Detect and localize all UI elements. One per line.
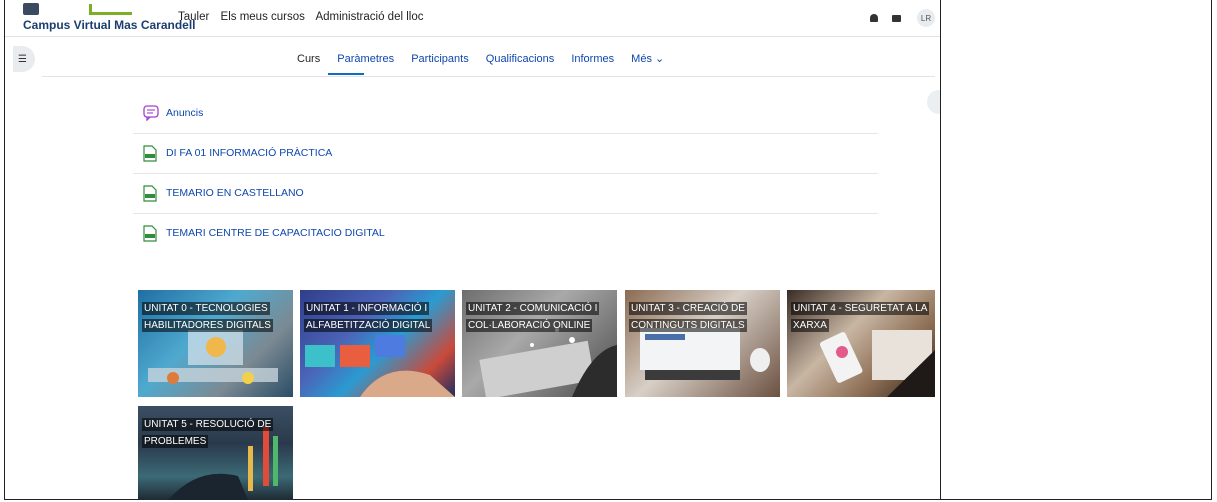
unit-tile[interactable]: UNITAT 3 - CREACIÓ DE CONTINGUTS DIGITAL… xyxy=(625,290,780,397)
forum-icon xyxy=(143,105,159,126)
course-secondary-nav: Curs Paràmetres Participants Qualificaci… xyxy=(42,40,935,77)
unit-tile[interactable]: UNITAT 5 - RESOLUCIÓ DE PROBLEMES xyxy=(138,406,293,500)
activity-link[interactable]: DI FA 01 INFORMACIÓ PRÀCTICA xyxy=(166,147,332,159)
unit-tile[interactable]: UNITAT 2 - COMUNICACIÓ I COL·LABORACIÓ O… xyxy=(462,290,617,397)
tab-reports[interactable]: Informes xyxy=(571,53,614,65)
unit-title: UNITAT 2 - COMUNICACIÓ I COL·LABORACIÓ O… xyxy=(466,302,600,332)
activity-link[interactable]: TEMARI CENTRE DE CAPACITACIO DIGITAL xyxy=(166,227,385,239)
pdf-icon xyxy=(143,225,157,247)
unit-title: UNITAT 3 - CREACIÓ DE CONTINGUTS DIGITAL… xyxy=(629,302,747,332)
unit-title: UNITAT 0 - TECNOLOGIES HABILITADORES DIG… xyxy=(142,302,273,332)
activity-link[interactable]: Anuncis xyxy=(166,107,203,119)
bell-icon[interactable] xyxy=(870,14,878,22)
tab-settings[interactable]: Paràmetres xyxy=(337,53,394,65)
primary-nav: Tauler Els meus cursos Administració del… xyxy=(178,11,431,23)
menu-icon: ☰ xyxy=(18,53,27,65)
site-logo[interactable]: Campus Virtual Mas Carandell xyxy=(23,2,196,34)
messages-icon[interactable] xyxy=(892,14,901,22)
nav-item-my-courses[interactable]: Els meus cursos xyxy=(221,11,305,23)
tab-more[interactable]: Més ⌄ xyxy=(631,53,664,65)
pdf-icon xyxy=(143,145,157,167)
avatar[interactable]: LR xyxy=(917,9,935,27)
unit-tile[interactable]: UNITAT 4 - SEGURETAT A LA XARXA xyxy=(787,290,935,397)
top-navbar: Campus Virtual Mas Carandell Tauler Els … xyxy=(5,0,940,37)
activity-link[interactable]: TEMARIO EN CASTELLANO xyxy=(166,187,304,199)
nav-item-dashboard[interactable]: Tauler xyxy=(178,11,209,23)
user-tools: LR xyxy=(870,9,935,27)
tab-grades[interactable]: Qualificacions xyxy=(486,53,554,65)
unit-tile[interactable]: UNITAT 1 - INFORMACIÓ I ALFABETITZACIÓ D… xyxy=(300,290,455,397)
activity-row: TEMARIO EN CASTELLANO xyxy=(133,173,878,214)
unit-title: UNITAT 1 - INFORMACIÓ I ALFABETITZACIÓ D… xyxy=(304,302,433,332)
unit-title: UNITAT 5 - RESOLUCIÓ DE PROBLEMES xyxy=(142,418,274,448)
tab-course[interactable]: Curs xyxy=(297,53,320,65)
unit-tile[interactable]: UNITAT 0 - TECNOLOGIES HABILITADORES DIG… xyxy=(138,290,293,397)
unit-title: UNITAT 4 - SEGURETAT A LA XARXA xyxy=(791,302,930,332)
pdf-icon xyxy=(143,185,157,207)
activity-row: Anuncis xyxy=(133,93,878,134)
nav-item-site-admin[interactable]: Administració del lloc xyxy=(315,11,423,23)
activity-row: DI FA 01 INFORMACIÓ PRÀCTICA xyxy=(133,133,878,174)
emblem-icon xyxy=(23,3,39,15)
site-name: Campus Virtual Mas Carandell xyxy=(23,18,196,32)
divider xyxy=(940,0,941,500)
activity-row: TEMARI CENTRE DE CAPACITACIO DIGITAL xyxy=(133,213,878,253)
tab-participants[interactable]: Participants xyxy=(411,53,468,65)
logo-mark-icon xyxy=(89,4,132,15)
active-tab-indicator xyxy=(328,73,364,75)
